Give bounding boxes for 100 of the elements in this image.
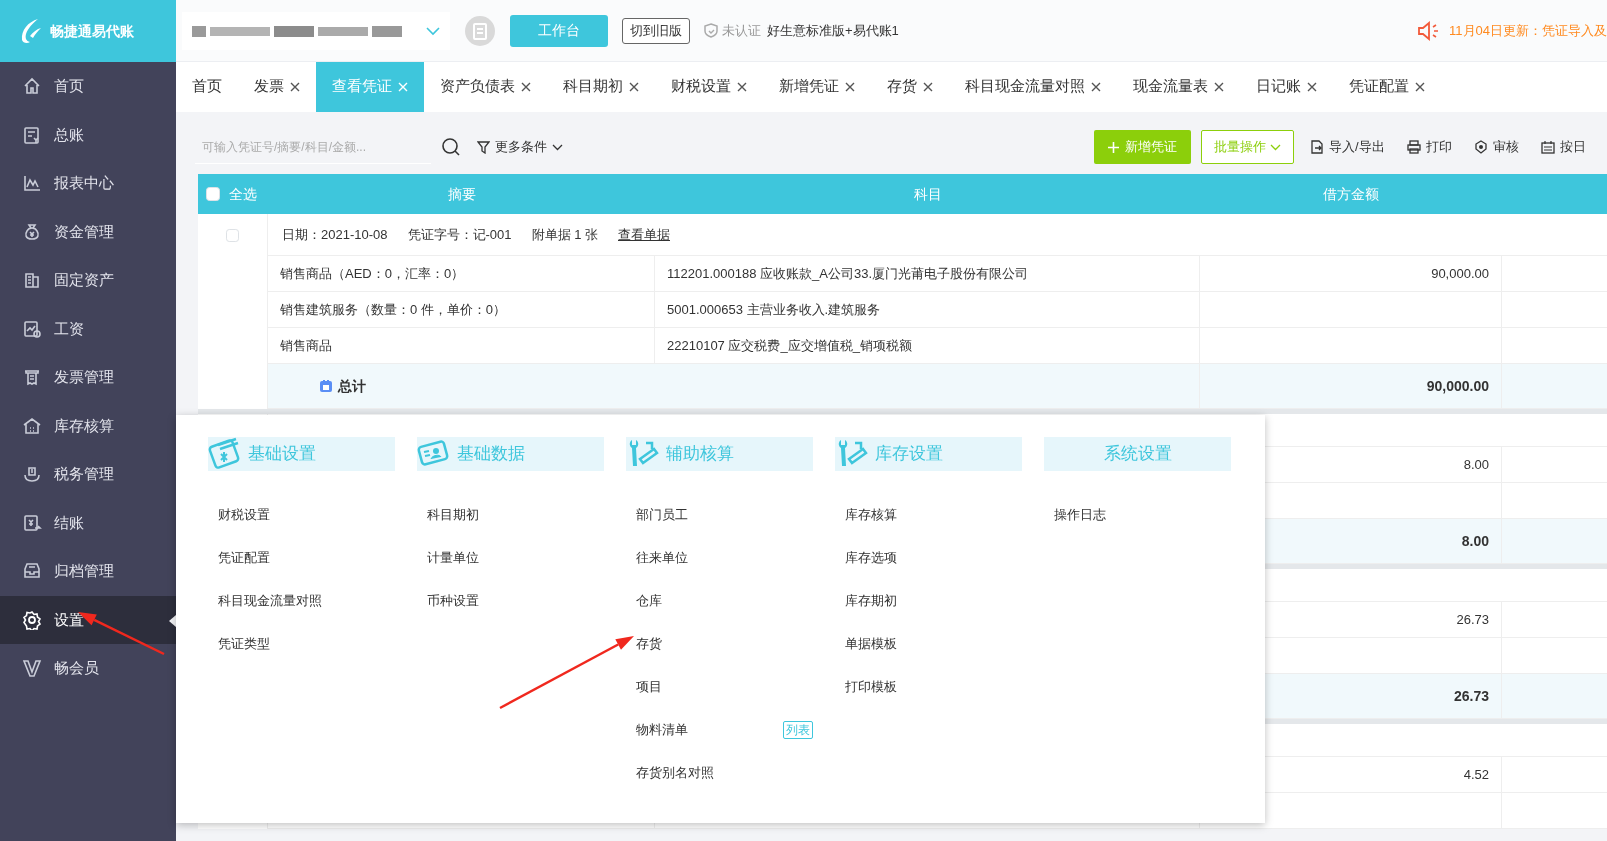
menu-item[interactable]: 库存期初 bbox=[845, 579, 1022, 622]
sidebar-item[interactable]: 税务管理 bbox=[0, 450, 176, 499]
sidebar-item[interactable]: 工资 bbox=[0, 304, 176, 353]
search-icon[interactable] bbox=[441, 137, 461, 157]
switch-version-button[interactable]: 切到旧版 bbox=[622, 17, 690, 44]
menu-item[interactable]: 部门员工 bbox=[636, 493, 813, 536]
close-icon[interactable] bbox=[1307, 82, 1317, 92]
menu-item[interactable]: 科目现金流量对照 bbox=[218, 579, 395, 622]
building-icon bbox=[22, 270, 42, 291]
menu-item[interactable]: 凭证配置 bbox=[218, 536, 395, 579]
toolbar-button[interactable]: 按日 bbox=[1534, 137, 1592, 157]
menu-item[interactable]: 打印模板 bbox=[845, 665, 1022, 708]
menu-item[interactable]: 存货别名对照 bbox=[636, 751, 813, 794]
sidebar-item[interactable]: 发票管理 bbox=[0, 353, 176, 402]
tab[interactable]: 发票 bbox=[238, 62, 316, 112]
menu-item[interactable]: 库存选项 bbox=[845, 536, 1022, 579]
total-label: 总计 bbox=[338, 376, 366, 396]
column-header: 科目 bbox=[655, 174, 1200, 214]
menu-group-title: 库存设置 bbox=[875, 443, 943, 466]
row-checkbox[interactable] bbox=[226, 229, 239, 242]
attachment-count: 附单据 1 张 bbox=[531, 225, 598, 244]
close-icon[interactable] bbox=[629, 82, 639, 92]
printer-icon bbox=[1406, 140, 1421, 154]
sidebar-item[interactable]: 总账 bbox=[0, 110, 176, 159]
tab[interactable]: 新增凭证 bbox=[763, 62, 871, 112]
view-documents-link[interactable]: 查看单据 bbox=[618, 224, 670, 245]
table-cell: 90,000.00 bbox=[1200, 256, 1502, 292]
v-icon bbox=[22, 658, 42, 679]
checkout-icon bbox=[22, 512, 42, 533]
menu-item[interactable]: 单据模板 bbox=[845, 622, 1022, 665]
menu-group-title: 基础数据 bbox=[457, 443, 525, 466]
plus-icon bbox=[1108, 141, 1119, 153]
calendar-icon bbox=[1540, 140, 1555, 154]
total-amount: 90,000.00 bbox=[1200, 364, 1502, 409]
toolbar-button[interactable]: 打印 bbox=[1400, 137, 1458, 157]
menu-item[interactable]: 往来单位 bbox=[636, 536, 813, 579]
shield-icon bbox=[704, 23, 718, 38]
chevron-down-icon bbox=[426, 25, 440, 36]
settings-card-icon bbox=[208, 437, 242, 471]
tab[interactable]: 现金流量表 bbox=[1117, 62, 1240, 112]
chevron-down-icon bbox=[1270, 143, 1281, 151]
edition-text: 好生意标准版+易代账1 bbox=[767, 21, 899, 40]
tab[interactable]: 首页 bbox=[176, 62, 238, 112]
certification-status: 未认证 bbox=[722, 21, 761, 40]
warehouse-icon bbox=[22, 415, 42, 436]
menu-item[interactable]: 项目 bbox=[636, 665, 813, 708]
more-filters-button[interactable]: 更多条件 bbox=[471, 137, 569, 157]
sidebar-item[interactable]: 库存核算 bbox=[0, 401, 176, 450]
line-chart-icon bbox=[22, 173, 42, 194]
menu-item[interactable]: 存货 bbox=[636, 622, 813, 665]
menu-item[interactable]: 仓库 bbox=[636, 579, 813, 622]
ledger-icon bbox=[22, 124, 42, 145]
voucher-number: 凭证字号：记-001 bbox=[407, 225, 512, 244]
close-icon[interactable] bbox=[1415, 82, 1425, 92]
tab[interactable]: 科目期初 bbox=[547, 62, 655, 112]
tab[interactable]: 日记账 bbox=[1240, 62, 1333, 112]
sidebar-item[interactable]: 报表中心 bbox=[0, 159, 176, 208]
close-icon[interactable] bbox=[845, 82, 855, 92]
menu-item[interactable]: 物料清单 bbox=[636, 719, 688, 740]
sidebar-item[interactable]: 首页 bbox=[0, 62, 176, 111]
sidebar-item[interactable]: 畅会员 bbox=[0, 644, 176, 693]
sidebar-item[interactable]: 固定资产 bbox=[0, 256, 176, 305]
close-icon[interactable] bbox=[737, 82, 747, 92]
close-icon[interactable] bbox=[290, 82, 300, 92]
menu-group-title: 系统设置 bbox=[1103, 443, 1172, 466]
tab[interactable]: 财税设置 bbox=[655, 62, 763, 112]
select-all-label: 全选 bbox=[229, 184, 257, 204]
toolbar-button[interactable]: 导入/导出 bbox=[1304, 137, 1391, 157]
menu-item[interactable]: 科目期初 bbox=[427, 493, 604, 536]
tab[interactable]: 存货 bbox=[871, 62, 949, 112]
menu-item[interactable]: 财税设置 bbox=[218, 493, 395, 536]
table-cell: 5001.000653 主营业务收入.建筑服务 bbox=[655, 292, 1200, 328]
voucher-date: 日期：2021-10-08 bbox=[282, 225, 388, 244]
tab[interactable]: 凭证配置 bbox=[1333, 62, 1441, 112]
menu-item[interactable]: 计量单位 bbox=[427, 536, 604, 579]
sidebar-item[interactable]: 结账 bbox=[0, 498, 176, 547]
sidebar-item[interactable]: 设置 bbox=[0, 595, 176, 644]
close-icon[interactable] bbox=[521, 82, 531, 92]
sidebar-item[interactable]: 资金管理 bbox=[0, 207, 176, 256]
table-cell: 销售商品（AED：0，汇率：0） bbox=[268, 256, 655, 292]
column-header: 借方金额 bbox=[1200, 174, 1502, 214]
select-all-checkbox[interactable] bbox=[206, 187, 220, 201]
menu-group-title: 辅助核算 bbox=[666, 443, 734, 466]
menu-item[interactable]: 币种设置 bbox=[427, 579, 604, 622]
home-icon bbox=[22, 76, 42, 97]
close-icon[interactable] bbox=[923, 82, 933, 92]
sidebar-item[interactable]: 归档管理 bbox=[0, 547, 176, 596]
filter-icon bbox=[477, 140, 490, 154]
tab[interactable]: 科目现金流量对照 bbox=[949, 62, 1117, 112]
company-select[interactable] bbox=[182, 11, 450, 50]
toolbar-button[interactable]: 审核 bbox=[1467, 137, 1525, 157]
logo-text: 畅捷通易代账 bbox=[50, 21, 134, 41]
close-icon[interactable] bbox=[1091, 82, 1101, 92]
menu-item[interactable]: 库存核算 bbox=[845, 493, 1022, 536]
menu-item[interactable]: 凭证类型 bbox=[218, 622, 395, 665]
tab[interactable]: 资产负债表 bbox=[424, 62, 547, 112]
stamp-icon bbox=[1473, 140, 1488, 154]
payroll-icon bbox=[22, 318, 42, 339]
calendar-icon bbox=[320, 380, 332, 392]
close-icon[interactable] bbox=[1214, 82, 1224, 92]
